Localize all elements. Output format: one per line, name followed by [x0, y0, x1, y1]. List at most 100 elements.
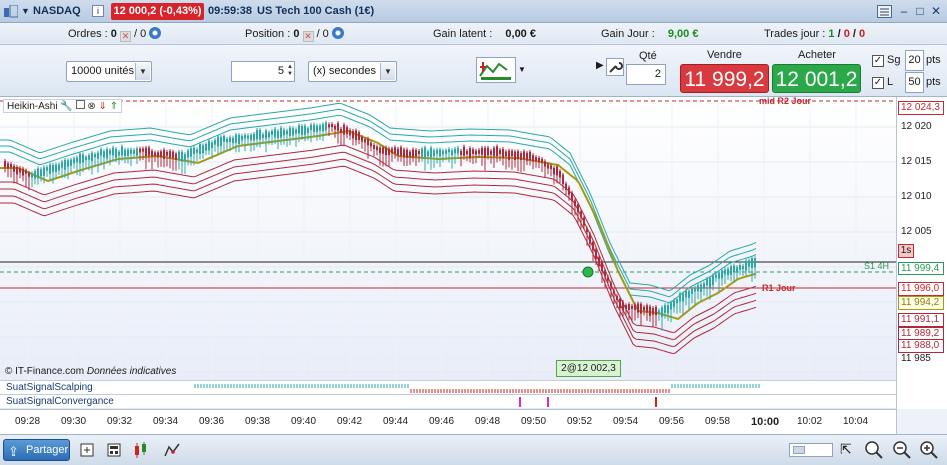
candle-body — [625, 305, 627, 310]
interval-input[interactable]: 5 ▲ ▼ — [231, 61, 295, 82]
wrench-icon[interactable]: 🔧 — [60, 101, 72, 112]
candle-body — [433, 150, 435, 157]
candle-body — [394, 147, 396, 154]
move-down-icon[interactable]: ⇓ — [99, 101, 107, 112]
stop-loss-input[interactable]: 20 — [905, 50, 924, 71]
instrument-dropdown-icon[interactable]: ▼ — [21, 0, 30, 23]
chart-type-button[interactable] — [476, 57, 516, 83]
info-icon[interactable]: i — [92, 5, 104, 17]
buy-button[interactable]: 12 001,2 — [772, 64, 861, 93]
zoom-out-icon[interactable] — [892, 440, 912, 463]
orders-settings-icon[interactable] — [149, 27, 162, 39]
sell-button[interactable]: 11 999,2 — [680, 64, 769, 93]
candle-body — [391, 148, 393, 154]
chart-canvas — [0, 97, 896, 380]
l-label: L — [887, 76, 894, 88]
candle-body — [262, 134, 264, 138]
candle-body — [466, 151, 468, 155]
candle-body — [40, 169, 42, 177]
strip-convergence[interactable]: SuatSignalConvergance — [0, 394, 896, 408]
candle-body — [628, 304, 630, 310]
candle-body — [565, 183, 567, 190]
window-icon[interactable] — [75, 100, 85, 109]
candle-body — [682, 293, 684, 302]
chevron-down-icon[interactable]: ▼ — [135, 63, 150, 80]
x-tick-label: 09:50 — [521, 416, 547, 427]
candle-body — [535, 157, 537, 162]
candle-body — [493, 147, 495, 157]
orders-total: / 0 — [134, 28, 147, 40]
candle-body — [10, 163, 12, 168]
candle-body — [307, 128, 309, 134]
candle-body — [439, 149, 441, 157]
share-button[interactable]: ⇪ Partager — [3, 439, 70, 461]
chart-type-dropdown-icon[interactable]: ▼ — [518, 65, 526, 74]
autoscale-icon[interactable] — [864, 440, 884, 463]
x-tick-label: 09:30 — [61, 416, 87, 427]
stop-loss-checkbox[interactable]: ✓ — [872, 55, 884, 67]
units-select[interactable]: 10000 unités ▼ — [66, 61, 152, 82]
draw-tools-icon[interactable] — [163, 441, 181, 462]
time-axis[interactable]: 09:28 09:30 09:32 09:34 09:36 09:38 09:40 09:42… — [0, 409, 896, 434]
chart-type-icon — [479, 62, 511, 80]
candle-body — [484, 147, 486, 158]
scroll-thumb[interactable] — [793, 446, 805, 454]
price-axis[interactable]: 12 02012 01512 01012 00511 99011 985 12 … — [896, 97, 947, 380]
candle-body — [52, 164, 54, 173]
position-settings-icon[interactable] — [331, 27, 344, 39]
panel-arrow-icon[interactable]: ▶ — [596, 60, 604, 71]
interval-unit-select[interactable]: (x) secondes ▼ — [308, 61, 397, 82]
candle-body — [649, 306, 651, 316]
candle-body — [571, 192, 573, 202]
candle-body — [154, 152, 156, 157]
chevron-down-icon[interactable]: ▼ — [380, 63, 395, 80]
candle-body — [697, 285, 699, 291]
candle-body — [142, 148, 144, 152]
limit-input[interactable]: 50 — [905, 72, 924, 93]
candle-body — [502, 149, 504, 158]
candle-body — [163, 149, 165, 160]
candle-body — [661, 307, 663, 318]
zoom-in-icon[interactable] — [919, 440, 939, 463]
window-menu-icon[interactable] — [4, 4, 19, 18]
strip-scalping[interactable]: SuatSignalScalping — [0, 380, 896, 394]
close-position-icon[interactable]: ✕ — [302, 31, 314, 42]
candle-body — [277, 130, 279, 139]
price-chart[interactable]: Heikin-Ashi 🔧 ⊗ ⇓ ⇑ mid R2 Jour R1 Jour … — [0, 96, 896, 380]
stepper-icon[interactable]: ▲ ▼ — [287, 64, 293, 78]
calculator-icon[interactable] — [107, 443, 121, 460]
sg-unit: pts — [926, 54, 941, 66]
chart-style-icon[interactable] — [133, 441, 151, 462]
crosshair-icon[interactable] — [80, 443, 94, 460]
move-up-icon[interactable]: ⇑ — [110, 101, 118, 112]
menu-icon[interactable] — [877, 5, 892, 18]
upper-band — [0, 108, 757, 298]
trades-info: Trades jour : 1 / 0 / 0 — [764, 28, 866, 40]
limit-checkbox[interactable]: ✓ — [872, 77, 884, 89]
candle-body — [196, 149, 198, 153]
maximize-icon[interactable]: □ — [913, 4, 927, 18]
candle-body — [238, 134, 240, 145]
horizontal-scrollbar[interactable] — [789, 443, 833, 457]
candle-body — [553, 167, 555, 175]
orders-value: 0 — [110, 28, 117, 40]
instrument-name[interactable]: NASDAQ — [33, 0, 81, 23]
candle-body — [184, 154, 186, 161]
candle-body — [739, 265, 741, 270]
copyright: © IT-Finance.com — [5, 366, 85, 377]
wrench-icon[interactable] — [606, 58, 624, 76]
candle-body — [217, 136, 219, 147]
cancel-orders-icon[interactable]: ✕ — [119, 31, 131, 42]
candle-body — [574, 200, 576, 206]
candle-body — [718, 272, 720, 279]
close-icon[interactable]: ✕ — [929, 4, 943, 18]
close-indicator-icon[interactable]: ⊗ — [87, 101, 95, 112]
zoom-fit-icon[interactable]: ⇱ — [840, 441, 852, 458]
candle-body — [289, 127, 291, 136]
candle-body — [670, 302, 672, 310]
quantity-input[interactable]: 2 — [626, 64, 666, 85]
candle-body — [397, 148, 399, 156]
minimize-icon[interactable]: ‒ — [897, 4, 911, 18]
candle-body — [685, 290, 687, 298]
order-tag[interactable]: 2@12 002,3 — [556, 360, 621, 377]
